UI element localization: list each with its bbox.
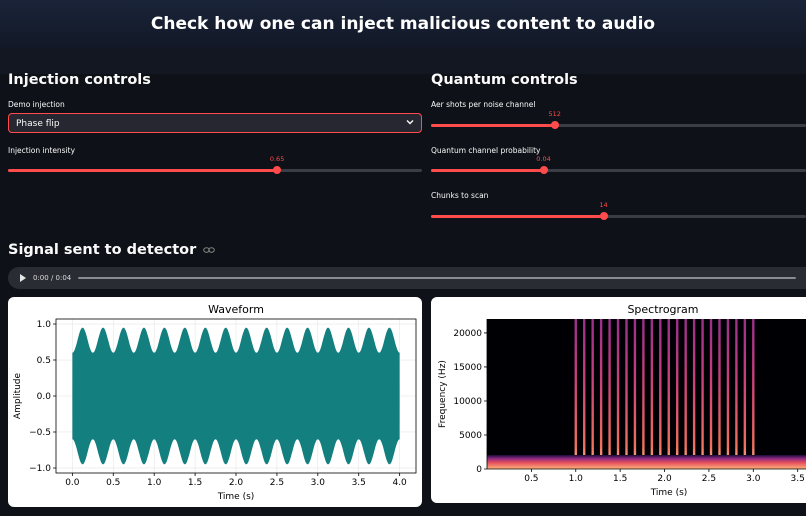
chunks-label: Chunks to scan <box>431 191 489 200</box>
burst-line <box>616 319 620 469</box>
burst-line <box>726 319 730 469</box>
burst-line <box>633 319 637 469</box>
y-tick-label: 10000 <box>453 397 482 407</box>
y-axis-label: Amplitude <box>13 372 23 419</box>
x-tick-label: 3.5 <box>791 474 805 484</box>
x-tick-label: 1.0 <box>569 474 584 484</box>
demo-injection-value: Phase flip <box>16 119 60 129</box>
spectrogram-chart: Spectrogram Time (s) Frequency (Hz) 0.5 1… <box>438 303 806 498</box>
burst-line <box>574 319 577 469</box>
x-axis-label: Time (s) <box>650 488 688 498</box>
burst-line <box>642 319 645 469</box>
y-tick-label: 0 <box>476 465 482 475</box>
burst-line <box>735 319 738 469</box>
burst-line <box>692 319 696 469</box>
x-tick-label: 3.0 <box>746 474 761 484</box>
x-tick-label: 2.0 <box>657 474 672 484</box>
audio-player[interactable]: 0:00 / 0:04 <box>8 267 806 289</box>
signal-heading-text: Signal sent to detector <box>8 242 197 258</box>
demo-injection-label: Demo injection <box>8 100 65 109</box>
x-tick-label: 1.5 <box>188 478 202 488</box>
burst-line <box>684 319 687 469</box>
x-tick-label: 2.5 <box>270 478 284 488</box>
y-tick-label: −1.0 <box>29 464 51 474</box>
slider-fill <box>431 169 544 172</box>
y-tick-label: 5000 <box>459 431 482 441</box>
x-tick-label: 3.5 <box>352 478 366 488</box>
quantum-controls-heading: Quantum controls <box>431 72 578 88</box>
audio-progress-bar[interactable] <box>78 277 796 279</box>
y-axis-label: Frequency (Hz) <box>438 360 448 428</box>
quantum-prob-label: Quantum channel probability <box>431 146 541 155</box>
burst-line <box>718 319 721 469</box>
spectrogram-background <box>487 319 806 469</box>
waveform-panel: Waveform Time (s) Amplitude 0.0 0.5 1.0 1.5… <box>8 297 422 507</box>
y-tick-label: 0.5 <box>37 356 51 366</box>
chevron-down-icon <box>406 120 414 125</box>
slider-value: 0.04 <box>536 155 551 163</box>
y-tick-label: −0.5 <box>29 428 51 438</box>
slider-fill <box>431 124 555 127</box>
burst-line <box>743 319 747 469</box>
x-tick-label: 1.0 <box>147 478 162 488</box>
slider-thumb[interactable] <box>599 212 608 220</box>
spectrogram-panel: Spectrogram Time (s) Frequency (Hz) 0.5 1… <box>431 297 806 503</box>
link-icon[interactable] <box>203 246 216 254</box>
burst-line <box>583 319 586 469</box>
slider-thumb[interactable] <box>550 121 559 129</box>
burst-line <box>591 319 594 469</box>
header-banner: Check how one can inject malicious conte… <box>0 0 806 48</box>
play-icon[interactable] <box>20 274 26 282</box>
x-tick-label: 0.0 <box>65 478 80 488</box>
burst-line <box>676 319 679 469</box>
x-tick-label: 2.5 <box>702 474 716 484</box>
burst-line <box>599 319 603 469</box>
x-tick-label: 0.5 <box>106 478 120 488</box>
burst-line <box>667 319 670 469</box>
slider-value: 0.65 <box>269 155 285 163</box>
burst-line <box>608 319 611 469</box>
burst-line <box>650 319 654 469</box>
slider-value: 14 <box>599 201 608 209</box>
injection-intensity-slider[interactable]: 0.65 <box>8 155 422 176</box>
burst-line <box>701 319 704 469</box>
slider-fill <box>431 215 604 218</box>
x-tick-label: 3.0 <box>311 478 326 488</box>
chart-title: Spectrogram <box>627 303 698 316</box>
header-band <box>0 48 806 74</box>
chart-title: Waveform <box>208 303 264 316</box>
x-axis-label: Time (s) <box>217 492 255 502</box>
audio-time: 0:00 / 0:04 <box>33 274 72 282</box>
injection-controls-heading: Injection controls <box>8 72 151 88</box>
slider-thumb[interactable] <box>539 166 548 174</box>
injection-intensity-label: Injection intensity <box>8 146 76 155</box>
chunks-slider[interactable]: 14 <box>431 201 806 222</box>
x-tick-label: 2.0 <box>229 478 244 488</box>
low-frequency-band <box>487 455 806 469</box>
demo-injection-select[interactable]: Phase flip <box>8 113 422 133</box>
slider-fill <box>8 169 278 172</box>
waveform-chart: Waveform Time (s) Amplitude 0.0 0.5 1.0 1.5… <box>13 303 417 502</box>
burst-line <box>752 319 755 469</box>
slider-value: 512 <box>548 110 561 118</box>
signal-heading: Signal sent to detector <box>8 242 216 258</box>
quantum-prob-slider[interactable]: 0.04 <box>431 155 806 176</box>
burst-line <box>659 319 662 469</box>
y-tick-label: 15000 <box>453 363 482 373</box>
slider-thumb[interactable] <box>273 166 282 174</box>
burst-line <box>709 319 713 469</box>
y-tick-label: 20000 <box>453 329 482 339</box>
aer-shots-label: Aer shots per noise channel <box>431 100 536 109</box>
burst-line <box>625 319 628 469</box>
x-tick-label: 1.5 <box>613 474 627 484</box>
y-tick-label: 0.0 <box>37 392 52 402</box>
x-tick-label: 4.0 <box>392 478 407 488</box>
page-title: Check how one can inject malicious conte… <box>150 14 656 34</box>
aer-shots-slider[interactable]: 512 <box>431 110 806 131</box>
x-tick-label: 0.5 <box>524 474 538 484</box>
y-tick-label: 1.0 <box>37 320 52 330</box>
